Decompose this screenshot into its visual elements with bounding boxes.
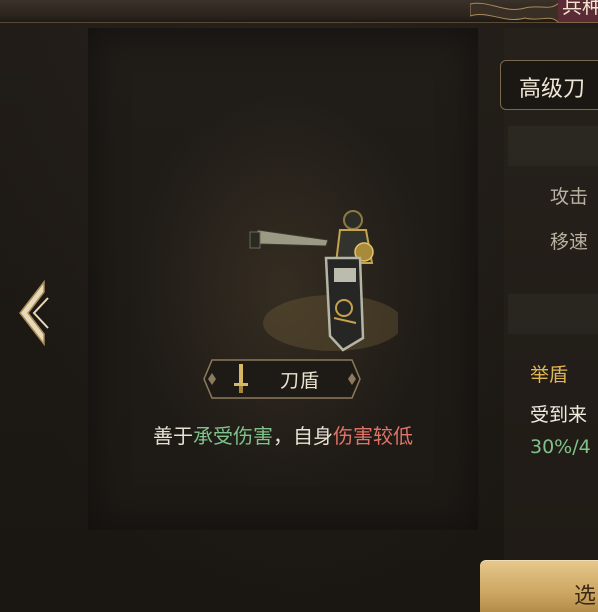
sword-icon	[234, 364, 248, 393]
stat-header-band	[508, 126, 598, 166]
stat-attack-label: 攻击	[550, 186, 589, 208]
skill-value: 30%/4	[530, 436, 591, 458]
shield-soldier-figure	[249, 210, 398, 352]
skill-header-band	[508, 294, 598, 334]
stat-speed-label: 移速	[550, 231, 589, 253]
select-button-label: 选	[574, 584, 597, 609]
unit-title-box: 高级刀	[500, 60, 598, 110]
unit-preview-panel	[88, 28, 478, 530]
category-tab-label: 兵种	[562, 0, 598, 18]
skill-description: 受到来	[530, 404, 588, 426]
desc-bad-trait: 伤害较低	[333, 424, 413, 448]
unit-name: 刀盾	[280, 370, 321, 392]
skill-name: 举盾	[530, 364, 569, 386]
desc-good-trait: 承受伤害	[193, 424, 273, 448]
unit-name-plate: 刀盾	[202, 358, 362, 400]
unit-description: 善于承受伤害，自身伤害较低	[88, 420, 478, 449]
desc-text-1: 善于	[153, 424, 193, 448]
previous-unit-arrow-icon[interactable]	[14, 278, 54, 348]
unit-title: 高级刀	[519, 77, 586, 102]
desc-text-2: ，自身	[273, 424, 333, 448]
select-button[interactable]: 选	[480, 560, 598, 612]
category-tab[interactable]: 兵种	[469, 0, 598, 24]
unit-selection-screen: 兵种 刀盾 善于承受伤害，自身伤害较低 高级刀 攻击 移速 举盾 受到来 30%…	[0, 0, 598, 612]
